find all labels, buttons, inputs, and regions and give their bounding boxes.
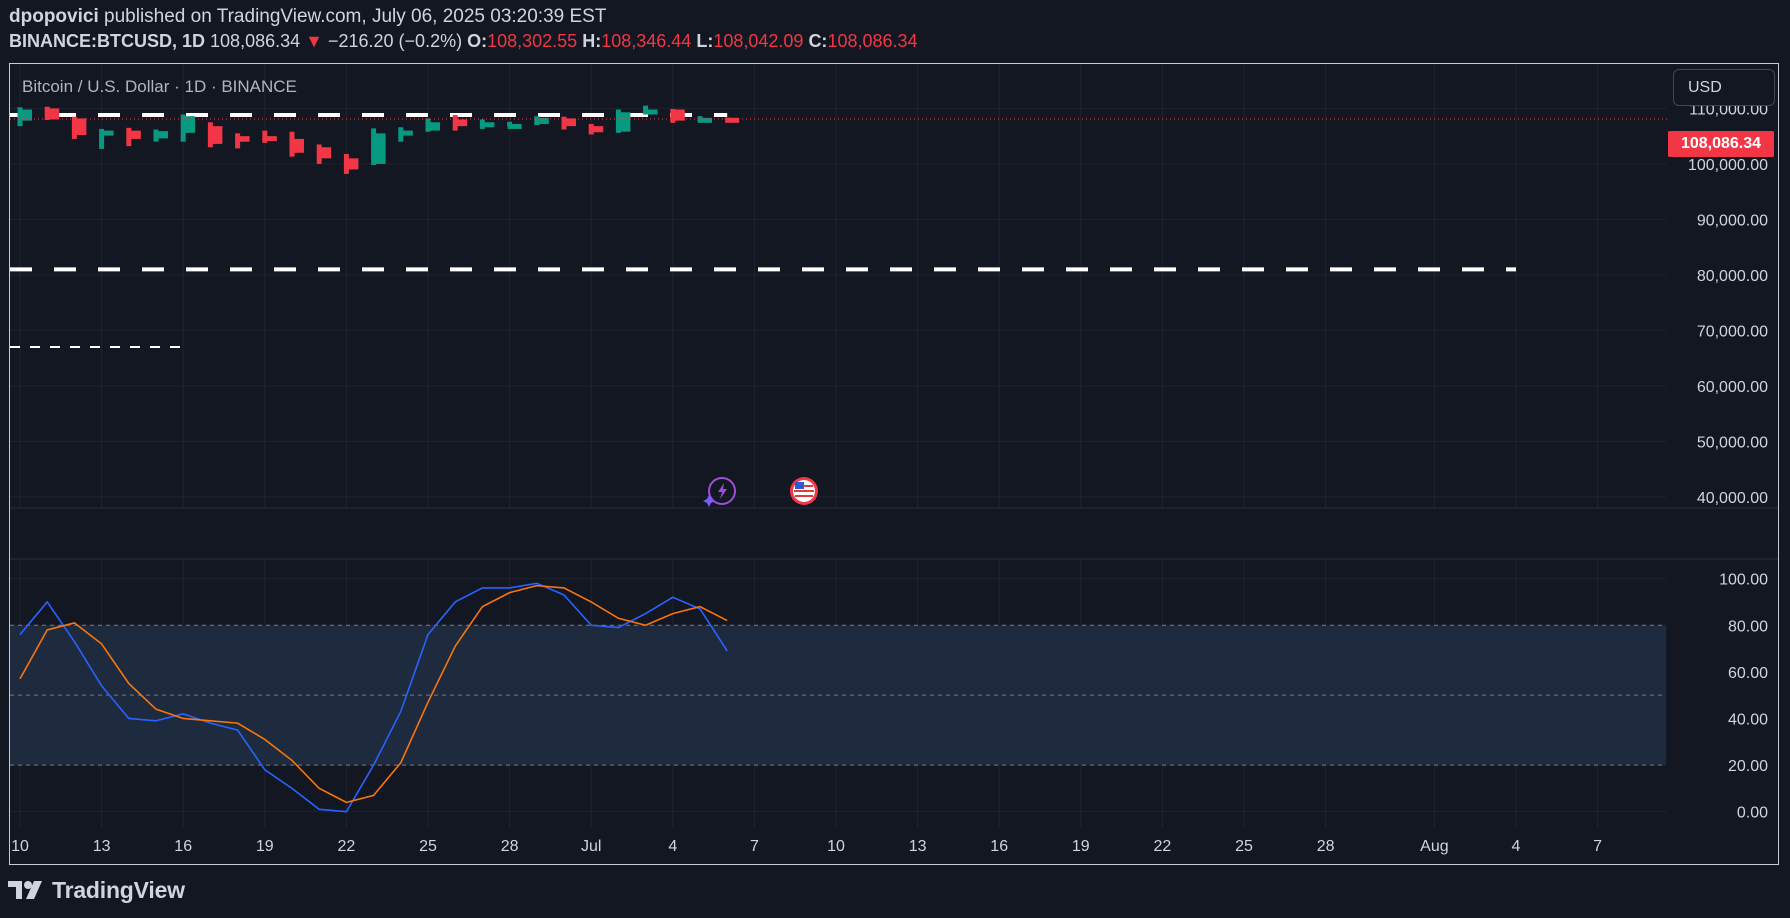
- time-tick-label: 7: [750, 838, 759, 855]
- chart-legend-title[interactable]: Bitcoin / U.S. Dollar · 1D · BINANCE: [22, 77, 297, 97]
- candle-body: [725, 117, 740, 123]
- pane-separator: [10, 508, 1666, 560]
- candle-body: [398, 130, 413, 136]
- tradingview-brand[interactable]: TradingView: [8, 876, 185, 904]
- time-axis: 10 13 16 19 22 25 28 Jul 4 7 10 13 16 19 22 25 28 Aug 4 7: [11, 838, 1602, 855]
- time-tick-label: 28: [1317, 838, 1335, 855]
- oscillator-tick-label: 60.00: [1728, 665, 1768, 682]
- time-tick-label: 16: [174, 838, 192, 855]
- currency-button[interactable]: USD: [1673, 69, 1775, 106]
- oscillator-band: [10, 624, 1666, 766]
- lightning-sparkle-icon[interactable]: [703, 477, 736, 507]
- time-tick-label: 10: [827, 838, 845, 855]
- oscillator-tick-label: 100.00: [1719, 572, 1768, 589]
- oscillator-tick-label: 0.00: [1737, 805, 1768, 822]
- candle-body: [643, 109, 658, 115]
- price-tick-label: 90,000.00: [1697, 212, 1768, 229]
- oscillator-axis: 100.00 80.00 60.00 40.00 20.00 0.00: [1719, 572, 1768, 822]
- candle-body: [453, 119, 468, 127]
- time-tick-label: Aug: [1420, 838, 1448, 855]
- candle-body: [154, 131, 168, 139]
- time-tick-label: 4: [1512, 838, 1521, 855]
- oscillator-tick-label: 80.00: [1728, 618, 1768, 635]
- time-tick-label: 25: [419, 838, 437, 855]
- last-price-tag: 108,086.34: [1668, 131, 1774, 157]
- candle-body: [290, 138, 304, 153]
- price-tick-label: 50,000.00: [1697, 434, 1768, 451]
- candle-body: [616, 112, 631, 132]
- time-tick-label: 13: [93, 838, 111, 855]
- time-tick-label: 19: [1072, 838, 1090, 855]
- time-tick-label: 4: [668, 838, 677, 855]
- price-tick-label: 70,000.00: [1697, 323, 1768, 340]
- candle-body: [235, 136, 250, 142]
- tradingview-logo-icon: [8, 881, 42, 899]
- price-tick-label: 80,000.00: [1697, 268, 1768, 285]
- candle-body: [344, 158, 359, 170]
- time-tick-label: Jul: [581, 838, 601, 855]
- time-tick-label: 13: [909, 838, 927, 855]
- time-tick-label: 22: [1154, 838, 1172, 855]
- chart-canvas[interactable]: 110,000.00100,000.0090,000.0080,000.0070…: [0, 0, 1790, 918]
- candle-body: [480, 122, 495, 128]
- time-tick-label: 25: [1235, 838, 1253, 855]
- price-tick-label: 40,000.00: [1697, 490, 1768, 507]
- dashed-levels: [10, 113, 1516, 349]
- us-flag-icon[interactable]: [790, 477, 818, 505]
- candle-body: [126, 130, 141, 139]
- time-tick-label: 22: [338, 838, 356, 855]
- candle-body: [262, 136, 277, 142]
- oscillator-tick-label: 40.00: [1728, 711, 1768, 728]
- candle-body: [181, 116, 196, 133]
- time-tick-label: 7: [1593, 838, 1602, 855]
- price-axis: 110,000.00100,000.0090,000.0080,000.0070…: [1688, 101, 1768, 507]
- price-tick-label: 100,000.00: [1688, 157, 1768, 174]
- price-tick-label: 60,000.00: [1697, 379, 1768, 396]
- time-tick-label: 19: [256, 838, 274, 855]
- candle-body: [371, 133, 386, 164]
- candle-body: [698, 117, 712, 123]
- oscillator-tick-label: 20.00: [1728, 758, 1768, 775]
- candle-body: [45, 108, 60, 120]
- time-tick-label: 28: [501, 838, 519, 855]
- brand-name: TradingView: [52, 876, 185, 903]
- candle-body: [562, 118, 576, 127]
- candle-body: [72, 118, 87, 136]
- candle-body: [426, 122, 440, 131]
- candle-body: [208, 126, 223, 144]
- candle-body: [18, 109, 32, 121]
- time-tick-label: 10: [11, 838, 29, 855]
- time-tick-label: 16: [990, 838, 1008, 855]
- candle-body: [99, 130, 114, 136]
- candle-body: [317, 147, 332, 159]
- candle-body: [589, 126, 604, 133]
- candle-body: [507, 123, 522, 129]
